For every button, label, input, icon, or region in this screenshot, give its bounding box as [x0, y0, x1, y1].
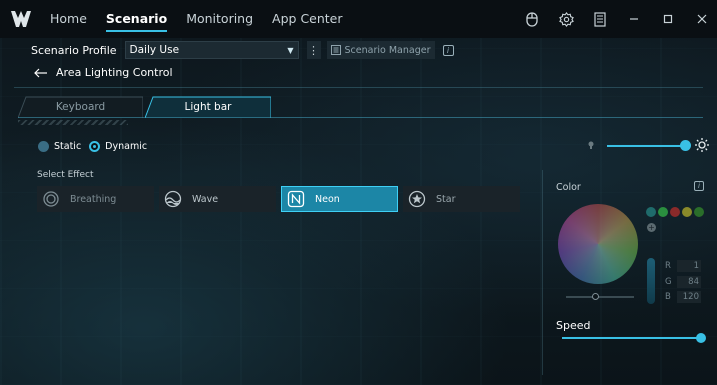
color-swatch[interactable]	[670, 207, 680, 217]
color-saturation-slider[interactable]	[566, 296, 634, 298]
red-channel-label: R	[665, 261, 671, 271]
effect-wave[interactable]: Wave	[159, 186, 276, 212]
static-radio[interactable]	[38, 141, 49, 152]
select-effect-label: Select Effect	[37, 170, 94, 180]
speed-slider[interactable]	[562, 337, 700, 339]
rgb-blue-row: B 120	[665, 291, 701, 303]
speed-label: Speed	[556, 319, 591, 332]
green-channel-label: G	[665, 277, 672, 287]
rgb-red-row: R 1	[665, 260, 701, 272]
top-nav-bar: Home Scenario Monitoring App Center	[0, 0, 717, 38]
back-navigation[interactable]: Area Lighting Control	[34, 66, 173, 79]
scenario-profile-value: Daily Use	[129, 44, 180, 56]
panel-divider	[542, 170, 543, 375]
dynamic-label: Dynamic	[105, 141, 148, 152]
green-value-field[interactable]: 84	[677, 276, 701, 288]
effect-neon[interactable]: Neon	[281, 186, 398, 212]
effect-breathing[interactable]: Breathing	[37, 186, 154, 212]
nav-tab-monitoring[interactable]: Monitoring	[186, 0, 253, 38]
chevron-down-icon: ▼	[287, 45, 294, 55]
color-saturation-thumb[interactable]	[592, 293, 599, 300]
close-icon[interactable]	[693, 10, 711, 28]
nav-tab-home[interactable]: Home	[50, 0, 87, 38]
header-divider	[14, 87, 703, 88]
settings-gear-icon[interactable]	[557, 10, 575, 28]
notes-list-icon[interactable]	[591, 10, 609, 28]
color-swatch[interactable]	[658, 207, 668, 217]
rgb-green-row: G 84	[665, 276, 701, 288]
color-info-icon[interactable]: i	[694, 181, 704, 191]
brightness-slider[interactable]	[607, 145, 685, 147]
list-icon	[330, 45, 341, 55]
subtab-keyboard-label: Keyboard	[55, 101, 106, 113]
maximize-icon[interactable]	[659, 10, 677, 28]
subtab-keyboard[interactable]: Keyboard	[18, 96, 143, 118]
info-icon[interactable]: i	[442, 44, 454, 56]
star-icon	[408, 190, 426, 208]
page-title: Area Lighting Control	[56, 66, 173, 79]
subtab-light-bar-label: Light bar	[184, 101, 232, 113]
neon-icon	[287, 190, 305, 208]
color-swatch[interactable]	[646, 207, 656, 217]
nav-tab-scenario[interactable]: Scenario	[105, 0, 168, 38]
more-options-button[interactable]: ⋮	[306, 41, 321, 59]
add-color-icon[interactable]: +	[647, 223, 656, 232]
effect-breathing-label: Breathing	[70, 193, 117, 205]
red-value-field[interactable]: 1	[677, 260, 701, 272]
tabs-underline	[18, 117, 703, 118]
blue-value-field[interactable]: 120	[677, 291, 701, 303]
color-swatch[interactable]	[682, 207, 692, 217]
brightness-low-icon	[588, 141, 594, 149]
subtab-light-bar[interactable]: Light bar	[145, 96, 271, 118]
scenario-manager-button[interactable]: Scenario Manager	[326, 41, 435, 59]
effect-star-label: Star	[436, 193, 456, 205]
dynamic-radio[interactable]	[89, 141, 101, 152]
breathing-icon	[43, 191, 59, 207]
wave-icon	[164, 190, 182, 208]
color-wheel[interactable]	[558, 204, 638, 284]
speed-slider-thumb[interactable]	[696, 333, 706, 343]
color-label: Color	[556, 182, 581, 193]
brightness-slider-thumb[interactable]	[680, 140, 691, 151]
brightness-high-icon	[695, 138, 709, 152]
mode-selector: Static Dynamic	[38, 141, 155, 152]
brightness-bar[interactable]	[647, 258, 655, 304]
effect-neon-label: Neon	[315, 193, 340, 205]
color-swatches	[646, 207, 706, 217]
predator-logo-icon	[11, 11, 31, 27]
scenario-profile-row: Scenario Profile Daily Use ▼ ⋮ Scenario …	[31, 41, 454, 59]
decorative-hatch	[18, 120, 128, 125]
effect-star[interactable]: Star	[403, 186, 520, 212]
back-arrow-icon[interactable]	[34, 68, 48, 78]
blue-channel-label: B	[665, 292, 671, 302]
scenario-profile-select[interactable]: Daily Use ▼	[124, 41, 299, 59]
minimize-icon[interactable]	[625, 10, 643, 28]
mouse-icon[interactable]	[523, 10, 541, 28]
color-swatch[interactable]	[694, 207, 704, 217]
nav-tab-app-center[interactable]: App Center	[272, 0, 342, 38]
static-label: Static	[54, 141, 82, 152]
scenario-manager-label: Scenario Manager	[344, 44, 431, 56]
scenario-profile-label: Scenario Profile	[31, 43, 117, 57]
effect-wave-label: Wave	[192, 193, 219, 205]
